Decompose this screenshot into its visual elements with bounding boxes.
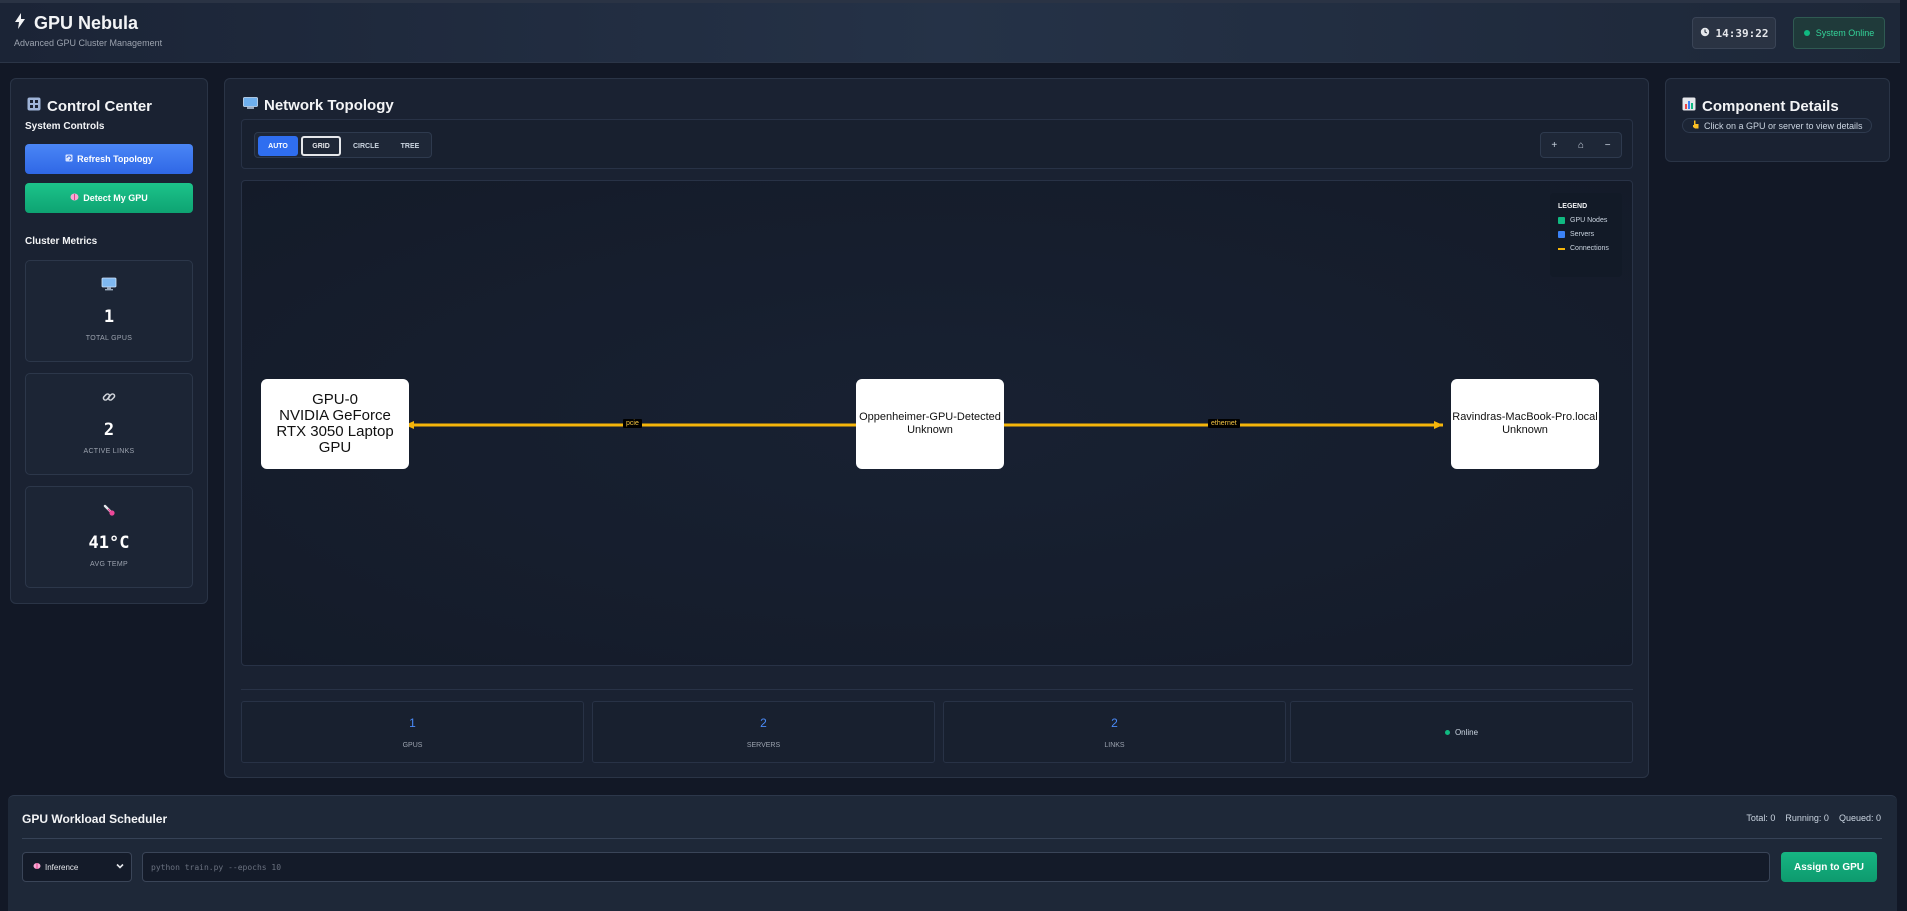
zoom-controls: + ⌂ − [1540, 132, 1622, 158]
server-node-macbook[interactable]: Ravindras-MacBook-Pro.local Unknown [1451, 379, 1599, 469]
network-topology-title: Network Topology [264, 97, 394, 114]
component-details-panel: Component Details Click on a GPU or serv… [1665, 78, 1890, 162]
workload-scheduler: GPU Workload Scheduler Total: 0 Running:… [8, 795, 1897, 911]
topology-toolbar: AUTO GRID CIRCLE TREE + ⌂ − [241, 119, 1633, 169]
layout-grid-button[interactable]: GRID [301, 136, 341, 156]
server-swatch-icon [1558, 231, 1565, 238]
metric-avg-temp: 41°C AVG TEMP [25, 486, 193, 588]
edge-label-ethernet: ethernet [1208, 419, 1240, 428]
system-controls-label: System Controls [25, 121, 105, 132]
refresh-icon [65, 154, 73, 164]
control-center-panel: Control Center System Controls Refresh T… [10, 78, 208, 604]
app-title: GPU Nebula [34, 13, 139, 33]
bar-chart-icon [1682, 97, 1696, 115]
control-center-title: Control Center [47, 97, 152, 115]
server-node-oppenheimer[interactable]: Oppenheimer-GPU-Detected Unknown [856, 379, 1004, 469]
details-hint: Click on a GPU or server to view details [1682, 118, 1872, 133]
metric-total-gpus: 1 TOTAL GPUS [25, 260, 193, 362]
layout-circle-button[interactable]: CIRCLE [344, 136, 388, 156]
app-subtitle: Advanced GPU Cluster Management [14, 38, 163, 48]
cluster-metrics-label: Cluster Metrics [25, 236, 98, 247]
chevron-down-icon [115, 861, 125, 874]
queued-count: Queued: 0 [1838, 813, 1881, 823]
detect-gpu-button[interactable]: Detect My GPU [25, 183, 193, 213]
app-header: GPU Nebula Advanced GPU Cluster Manageme… [0, 0, 1900, 63]
network-topology-panel: Network Topology AUTO GRID CIRCLE TREE +… [224, 78, 1649, 778]
scheduler-counts: Total: 0 Running: 0 Queued: 0 [1746, 813, 1881, 823]
zoom-in-button[interactable]: + [1551, 140, 1557, 151]
gpu-node-0[interactable]: GPU-0 NVIDIA GeForce RTX 3050 Laptop GPU [261, 379, 409, 469]
edge-ethernet-arrow-icon [1434, 421, 1443, 429]
scheduler-title: GPU Workload Scheduler [22, 812, 168, 826]
topology-canvas[interactable]: pcie ethernet GPU-0 NVIDIA GeForce RTX 3… [241, 180, 1633, 666]
pointing-hand-icon [1691, 120, 1700, 131]
brand: GPU Nebula Advanced GPU Cluster Manageme… [14, 13, 162, 48]
legend-gpu-nodes: GPU Nodes [1558, 217, 1614, 224]
monitor-icon [101, 277, 117, 295]
command-input[interactable] [142, 852, 1770, 882]
component-details-title: Component Details [1702, 97, 1839, 115]
divider [22, 838, 1882, 839]
connection-swatch-icon [1558, 247, 1565, 250]
lightning-icon [14, 13, 26, 34]
clock: 14:39:22 [1692, 17, 1776, 49]
stat-servers: 2 SERVERS [592, 701, 935, 763]
assign-to-gpu-button[interactable]: Assign to GPU [1781, 852, 1877, 882]
metric-active-links: 2 ACTIVE LINKS [25, 373, 193, 475]
online-dot-icon [1444, 729, 1450, 735]
divider [241, 689, 1633, 690]
total-count: Total: 0 [1746, 813, 1776, 823]
edge-label-pcie: pcie [623, 419, 642, 428]
brain-icon [33, 862, 41, 872]
zoom-reset-button[interactable]: ⌂ [1578, 140, 1584, 151]
stat-gpus: 1 GPUS [241, 701, 584, 763]
computer-icon [243, 97, 258, 114]
stat-online-status: Online [1290, 701, 1633, 763]
brain-icon [70, 193, 79, 203]
clock-icon [1700, 27, 1710, 40]
clock-time: 14:39:22 [1715, 26, 1769, 40]
layout-auto-button[interactable]: AUTO [258, 136, 298, 156]
status-dot-icon [1803, 30, 1810, 36]
legend-servers: Servers [1558, 231, 1614, 238]
system-status-badge: System Online [1793, 17, 1885, 49]
layout-tree-button[interactable]: TREE [391, 136, 429, 156]
workload-type-select[interactable]: Inference [22, 852, 132, 882]
stat-links: 2 LINKS [943, 701, 1286, 763]
link-icon [102, 390, 116, 408]
zoom-out-button[interactable]: − [1605, 140, 1611, 151]
thermometer-icon [102, 503, 116, 521]
layout-selector: AUTO GRID CIRCLE TREE [254, 132, 432, 158]
gpu-node-swatch-icon [1558, 217, 1565, 224]
system-status-text: System Online [1815, 28, 1875, 38]
running-count: Running: 0 [1785, 813, 1829, 823]
topology-legend: LEGEND GPU Nodes Servers Connections [1550, 193, 1622, 277]
control-panel-icon [27, 97, 41, 115]
refresh-topology-button[interactable]: Refresh Topology [25, 144, 193, 174]
legend-connections: Connections [1558, 245, 1614, 252]
